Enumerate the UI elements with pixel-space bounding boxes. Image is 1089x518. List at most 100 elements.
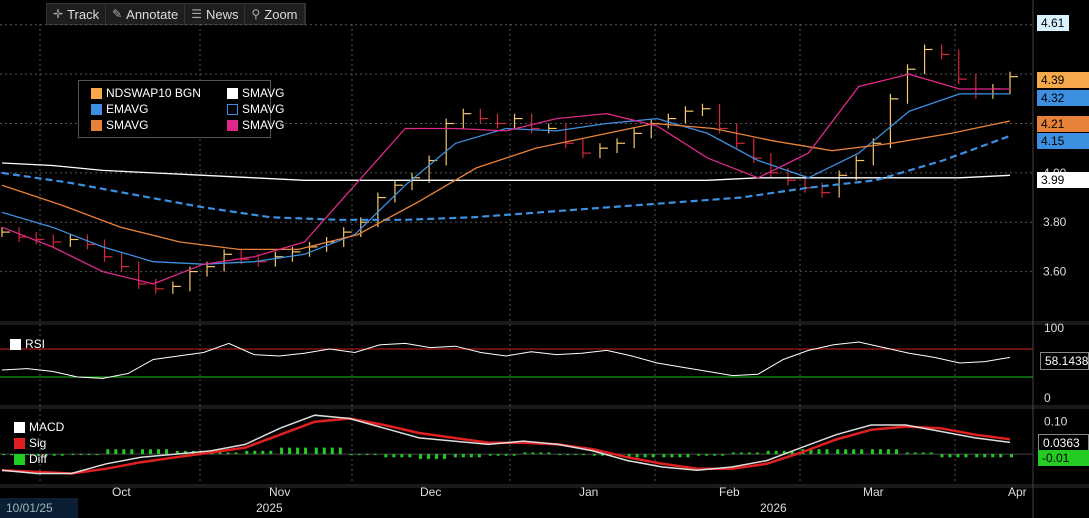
x-tick-label: Nov — [269, 485, 290, 499]
y-tick-label: 3.80 — [1043, 215, 1067, 229]
y-tick-label: 3.60 — [1043, 265, 1067, 279]
macd-diff-bar — [860, 449, 864, 455]
macd-diff-bar — [357, 454, 361, 456]
macd-diff-bar — [304, 447, 308, 455]
macd-legend-entry: MACD — [14, 420, 64, 434]
macd-diff-bar — [435, 454, 439, 459]
macd-diff-bar — [964, 454, 968, 458]
macd-diff-bar — [280, 447, 284, 455]
macd-diff-bar — [531, 452, 535, 455]
macd-diff-bar — [592, 454, 596, 456]
macd-diff-bar — [408, 454, 412, 458]
macd-diff-bar — [496, 454, 500, 456]
macd-diff-bar — [999, 454, 1003, 458]
macd-diff-bar — [523, 452, 527, 455]
macd-diff-bar — [114, 449, 118, 455]
x-tick-label: Mar — [863, 485, 884, 499]
macd-diff-bar — [269, 450, 273, 455]
macd-diff-bar — [87, 454, 91, 456]
macd-diff-bar — [755, 452, 759, 455]
macd-tick-label: 0.10 — [1044, 415, 1068, 429]
ma-line — [1, 162, 1011, 181]
legend-label: NDSWAP10 BGN — [106, 86, 201, 100]
macd-diff-bar — [721, 454, 725, 456]
macd-diff-bar — [79, 454, 83, 456]
macd-diff-bar — [453, 454, 457, 458]
macd-diff-bar — [261, 450, 265, 455]
date-box[interactable]: 10/01/25 — [0, 498, 78, 518]
legend-swatch — [14, 453, 25, 465]
macd-diff-bar — [60, 454, 64, 456]
macd-diff-bar — [975, 454, 979, 458]
legend-swatch — [227, 103, 238, 115]
price-tag: 4.32 — [1037, 90, 1089, 106]
x-year-label: 2025 — [256, 501, 283, 515]
macd-diff-bar — [651, 454, 655, 458]
legend-swatch — [91, 103, 102, 115]
macd-diff-bar — [461, 454, 465, 458]
macd-diff-bar — [512, 454, 516, 456]
x-tick-label: Jan — [579, 485, 598, 499]
price-tag: 4.39 — [1037, 72, 1089, 88]
panel-separator[interactable] — [0, 405, 1089, 409]
macd-diff-bar — [844, 449, 848, 455]
macd-diff-bar — [940, 454, 944, 458]
macd-diff-bar — [52, 454, 56, 456]
macd-diff-bar — [419, 454, 423, 459]
macd-diff-bar — [226, 452, 230, 455]
legend-entry: SMAVG — [227, 86, 284, 100]
macd-diff-bar — [670, 454, 674, 458]
rsi-label: RSI — [25, 337, 46, 351]
macd-diff-bar — [713, 454, 717, 456]
macd-diff-bar — [71, 454, 75, 456]
legend-entry: NDSWAP10 BGN — [91, 86, 201, 100]
legend-entry: SMAVG — [227, 118, 284, 132]
macd-diff-bar — [141, 449, 145, 455]
macd-diff-bar — [705, 454, 709, 456]
macd-series — [1, 414, 1013, 475]
macd-diff-bar — [731, 452, 735, 455]
macd-diff-bar — [165, 449, 169, 455]
macd-diff-bar — [365, 454, 369, 456]
legend-swatch — [91, 87, 102, 99]
legend-label: SMAVG — [106, 118, 149, 132]
legend-swatch — [227, 119, 238, 131]
macd-diff-bar — [766, 450, 770, 455]
price-legend: NDSWAP10 BGN SMAVG EMAVG SMAVG SMAVG SMAVG — [78, 80, 284, 138]
rsi-tick-label: 0 — [1044, 391, 1051, 405]
panel-separator[interactable] — [0, 321, 1089, 325]
legend-label: Sig — [29, 436, 47, 450]
macd-diff-bar — [443, 454, 447, 459]
macd-diff-bar — [477, 454, 481, 458]
macd-diff-bar — [373, 454, 377, 456]
legend-label: Diff — [29, 452, 47, 466]
macd-diff-bar — [253, 450, 257, 455]
panel-separator[interactable] — [0, 484, 1089, 488]
macd-diff-bar — [956, 454, 960, 458]
rsi-swatch — [10, 338, 21, 350]
macd-diff-bar — [678, 454, 682, 458]
macd-diff-bar — [948, 454, 952, 458]
macd-diff-bar — [878, 449, 882, 455]
legend-swatch — [227, 87, 238, 99]
x-tick-label: Feb — [719, 485, 740, 499]
macd-diff-bar — [488, 454, 492, 456]
macd-diff-bar — [921, 452, 925, 455]
macd-diff-bar — [288, 447, 292, 455]
macd-diff-bar — [870, 449, 874, 455]
macd-legend-entry: Diff — [14, 452, 47, 466]
macd-diff-bar — [983, 454, 987, 458]
price-tag: 4.21 — [1037, 116, 1089, 132]
macd-legend-entry: Sig — [14, 436, 46, 450]
rsi-line — [1, 341, 1011, 379]
x-tick-label: Apr — [1008, 485, 1027, 499]
macd-diff-bar — [852, 449, 856, 455]
macd-diff-bar — [314, 447, 318, 455]
macd-diff-bar — [905, 452, 909, 455]
legend-label: EMAVG — [106, 102, 149, 116]
macd-diff-bar — [400, 454, 404, 458]
legend-entry: SMAVG — [227, 102, 284, 116]
macd-diff-bar — [886, 449, 890, 455]
macd-diff-bar — [1010, 454, 1013, 458]
macd-diff-bar — [322, 447, 326, 455]
